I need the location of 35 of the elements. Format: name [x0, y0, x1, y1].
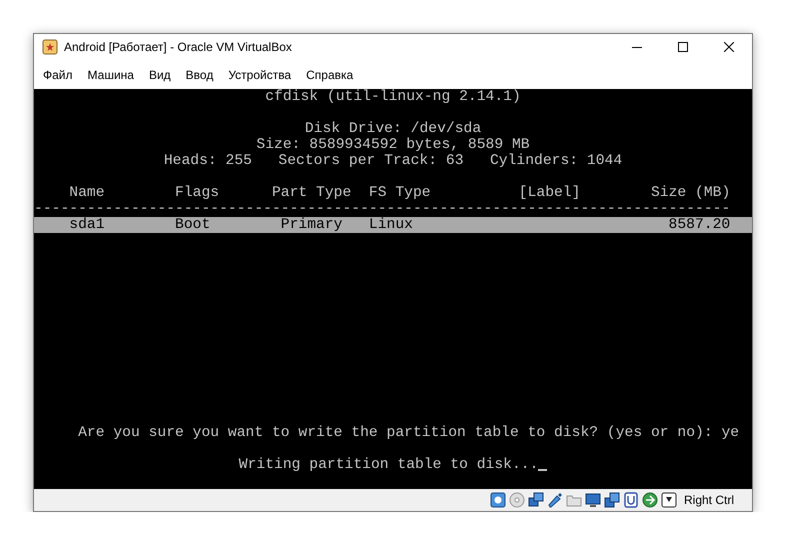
- column-header: FS Type: [368, 185, 431, 201]
- menu-item[interactable]: Файл: [37, 64, 79, 84]
- window-title: Android [Работает] - Oracle VM VirtualBox: [64, 40, 293, 54]
- column-header: Name: [69, 185, 105, 201]
- windows-icon[interactable]: [604, 492, 620, 508]
- menu-item[interactable]: Вид: [142, 64, 177, 84]
- selected-row-highlight[interactable]: sda1 Boot Primary Linux 8587.20: [34, 217, 752, 233]
- menu-item[interactable]: Устройства: [222, 64, 298, 84]
- table-cell: 8587.20: [668, 217, 730, 233]
- table-cell: Linux: [368, 217, 413, 233]
- menu-item[interactable]: Ввод: [180, 64, 220, 84]
- maximize-icon: [678, 42, 688, 52]
- column-header: Size (MB): [650, 185, 730, 201]
- column-header: Part Type: [272, 185, 352, 201]
- separator-line: -------------------------------------------------------------------------------: [34, 201, 730, 217]
- program-title: cfdisk (util-linux-ng 2.14.1): [265, 89, 521, 105]
- table-cell: Primary: [280, 217, 342, 233]
- monitor-icon[interactable]: [584, 492, 601, 508]
- prompt-text: Are you sure you want to write the partition table to disk? (yes or no): ye: [78, 425, 740, 441]
- table-cell: sda1: [69, 217, 105, 233]
- menu-item[interactable]: Машина: [82, 64, 140, 84]
- minimize-icon: [632, 46, 642, 48]
- disk-size-text: Size: 8589934592 bytes, 8589 MB: [256, 137, 530, 153]
- usb-pen-icon[interactable]: [546, 492, 563, 508]
- column-header: [Label]: [518, 185, 580, 201]
- network-icon[interactable]: [528, 492, 544, 508]
- table-cell: Boot: [175, 217, 210, 233]
- app-icon: [42, 39, 58, 55]
- close-icon: [724, 42, 734, 52]
- disk-geometry-text: Heads: 255 Sectors per Track: 63 Cylinders: 1044: [164, 153, 622, 169]
- status-message: Writing partition table to disk...: [238, 457, 538, 473]
- disk-drive-text: Disk Drive: /dev/sda: [304, 121, 482, 137]
- host-key-label: Right Ctrl: [684, 493, 734, 507]
- column-header: Flags: [175, 185, 220, 201]
- menu-item[interactable]: Справка: [300, 64, 360, 84]
